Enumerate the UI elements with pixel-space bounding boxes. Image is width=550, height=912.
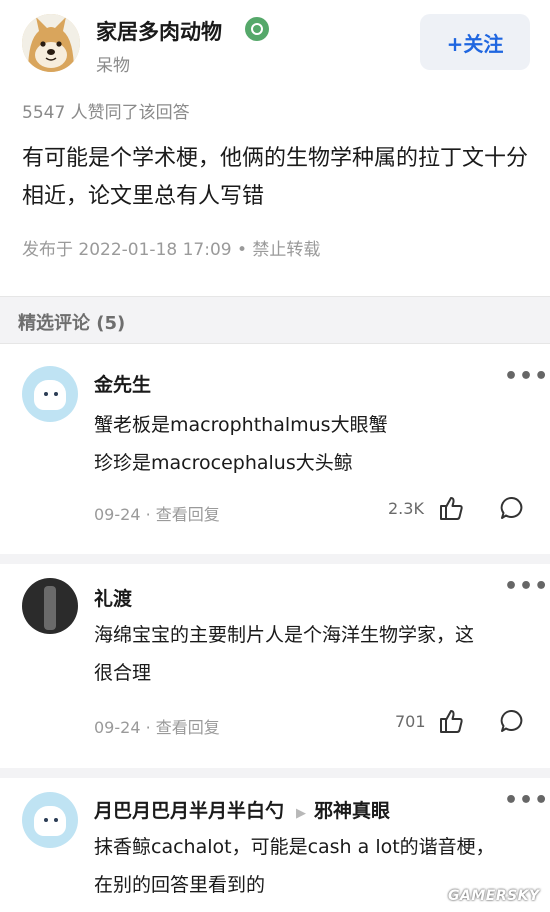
- shiba-dog-avatar: [22, 14, 80, 72]
- reply-arrow-icon: ▶: [296, 806, 307, 821]
- comment-item: 金先生 ••• 蟹老板是macrophthalmus大眼蟹 珍珍是macroce…: [0, 344, 550, 554]
- comment-text: 蟹老板是macrophthalmus大眼蟹 珍珍是macrocephalus大头…: [94, 406, 534, 482]
- comment-meta[interactable]: 09-24 · 查看回复: [94, 714, 220, 738]
- comment-line: 很合理: [94, 662, 152, 684]
- answer-card: 家居多肉动物 呆物 +关注 5547 人赞同了该回答 有可能是个学术梗，他俩的生…: [0, 0, 550, 296]
- divider: [0, 768, 550, 778]
- reply-to-author[interactable]: 邪神真眼: [314, 800, 390, 822]
- avatar[interactable]: [22, 578, 78, 634]
- comment-item: 礼渡 ••• 海绵宝宝的主要制片人是个海洋生物学家，这 很合理 09-24 · …: [0, 564, 550, 768]
- watermark: GAMERSKY: [448, 888, 540, 904]
- comments-section-header: 精选评论 (5): [0, 296, 550, 344]
- comment-line: 珍珍是macrocephalus大头鲸: [94, 452, 353, 474]
- avatar-eye: [54, 818, 58, 822]
- like-count: 701: [395, 712, 426, 731]
- divider: [0, 554, 550, 564]
- comment-line: 蟹老板是macrophthalmus大眼蟹: [94, 414, 388, 436]
- agree-count: 5547 人赞同了该回答: [22, 103, 190, 123]
- avatar-eye: [44, 392, 48, 396]
- avatar[interactable]: [22, 366, 78, 422]
- thumbs-up-icon[interactable]: [438, 495, 464, 521]
- comments-section-title: 精选评论 (5): [18, 313, 126, 334]
- follow-button[interactable]: +关注: [420, 14, 530, 70]
- answer-text: 有可能是个学术梗，他俩的生物学种属的拉丁文十分相近，论文里总有人写错: [22, 146, 529, 209]
- more-dots-icon[interactable]: •••: [504, 364, 549, 389]
- comment-author-line: 月巴月巴月半月半白勺 ▶ 邪神真眼: [94, 796, 390, 823]
- comment-meta[interactable]: 09-24 · 查看回复: [94, 501, 220, 525]
- comment-text: 海绵宝宝的主要制片人是个海洋生物学家，这 很合理: [94, 616, 534, 692]
- comment-author[interactable]: 金先生: [94, 370, 151, 397]
- comment-bubble-icon[interactable]: [499, 495, 525, 521]
- author-avatar[interactable]: [22, 14, 80, 72]
- author-name[interactable]: 家居多肉动物: [96, 16, 222, 46]
- verified-badge-icon: [245, 17, 269, 41]
- more-dots-icon[interactable]: •••: [504, 574, 549, 599]
- answer-meta: 发布于 2022-01-18 17:09 • 禁止转载: [22, 240, 321, 260]
- comment-line: 海绵宝宝的主要制片人是个海洋生物学家，这: [94, 624, 475, 646]
- avatar-eye: [44, 818, 48, 822]
- avatar-figure: [44, 586, 56, 630]
- comment-author[interactable]: 礼渡: [94, 584, 132, 611]
- like-count: 2.3K: [388, 499, 424, 518]
- avatar-figure: [34, 806, 66, 836]
- more-dots-icon[interactable]: •••: [504, 788, 549, 813]
- avatar-figure: [34, 380, 66, 410]
- comment-line: 抹香鲸cachalot，可能是cash a lot的谐音梗，: [94, 836, 495, 858]
- comment-bubble-icon[interactable]: [499, 708, 525, 734]
- author-subtitle: 呆物: [96, 56, 130, 76]
- comment-author[interactable]: 月巴月巴月半月半白勺: [94, 800, 284, 822]
- thumbs-up-icon[interactable]: [438, 708, 464, 734]
- avatar-eye: [54, 392, 58, 396]
- avatar[interactable]: [22, 792, 78, 848]
